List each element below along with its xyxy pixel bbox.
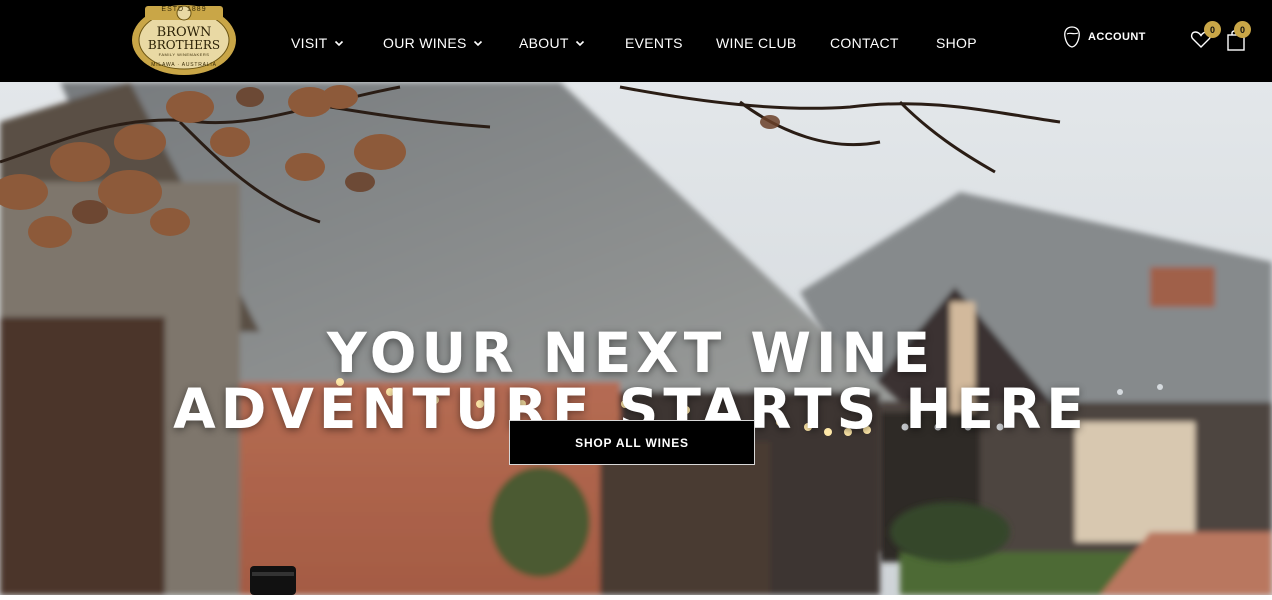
account-link[interactable]: ACCOUNT (1062, 25, 1146, 49)
nav-shop[interactable]: SHOP (936, 35, 977, 51)
logo-location: MILAWA · AUSTRALIA (151, 62, 217, 68)
chevron-down-icon (334, 40, 343, 47)
nav-wine-club-label: WINE CLUB (716, 35, 797, 51)
logo-sub: FAMILY WINEMAKERS (158, 52, 210, 57)
nav-wine-club[interactable]: WINE CLUB (716, 35, 797, 51)
brown-brothers-logo[interactable]: ESTD 1889 BROWN BROTHERS FAMILY WINEMAKE… (131, 2, 237, 76)
nav-contact[interactable]: CONTACT (830, 35, 899, 51)
chevron-down-icon (473, 40, 482, 47)
wishlist-button[interactable]: 0 (1190, 21, 1221, 54)
shop-all-wines-button[interactable]: SHOP ALL WINES (509, 420, 755, 465)
page-bottom-edge (0, 595, 1272, 600)
top-navigation: ESTD 1889 BROWN BROTHERS FAMILY WINEMAKE… (0, 0, 1272, 82)
chevron-down-icon (575, 40, 584, 47)
nav-events[interactable]: EVENTS (625, 35, 683, 51)
logo-est: ESTD 1889 (161, 6, 207, 13)
nav-shop-label: SHOP (936, 35, 977, 51)
nav-events-label: EVENTS (625, 35, 683, 51)
cart-button[interactable]: 0 (1225, 21, 1251, 54)
nav-contact-label: CONTACT (830, 35, 899, 51)
hero-headline-line1: YOUR NEXT WINE (326, 320, 936, 385)
nav-visit[interactable]: VISIT (291, 35, 344, 51)
hero-banner: YOUR NEXT WINE ADVENTURE STARTS HERE SHO… (0, 82, 1272, 595)
wishlist-count-badge: 0 (1204, 21, 1221, 38)
cart-count-badge: 0 (1234, 21, 1251, 38)
account-icon (1064, 26, 1080, 48)
nav-our-wines[interactable]: OUR WINES (383, 35, 483, 51)
account-label: ACCOUNT (1088, 31, 1146, 43)
nav-visit-label: VISIT (291, 35, 328, 51)
logo-name-line2: BROTHERS (147, 38, 221, 52)
nav-about[interactable]: ABOUT (519, 35, 585, 51)
nav-about-label: ABOUT (519, 35, 569, 51)
nav-our-wines-label: OUR WINES (383, 35, 467, 51)
